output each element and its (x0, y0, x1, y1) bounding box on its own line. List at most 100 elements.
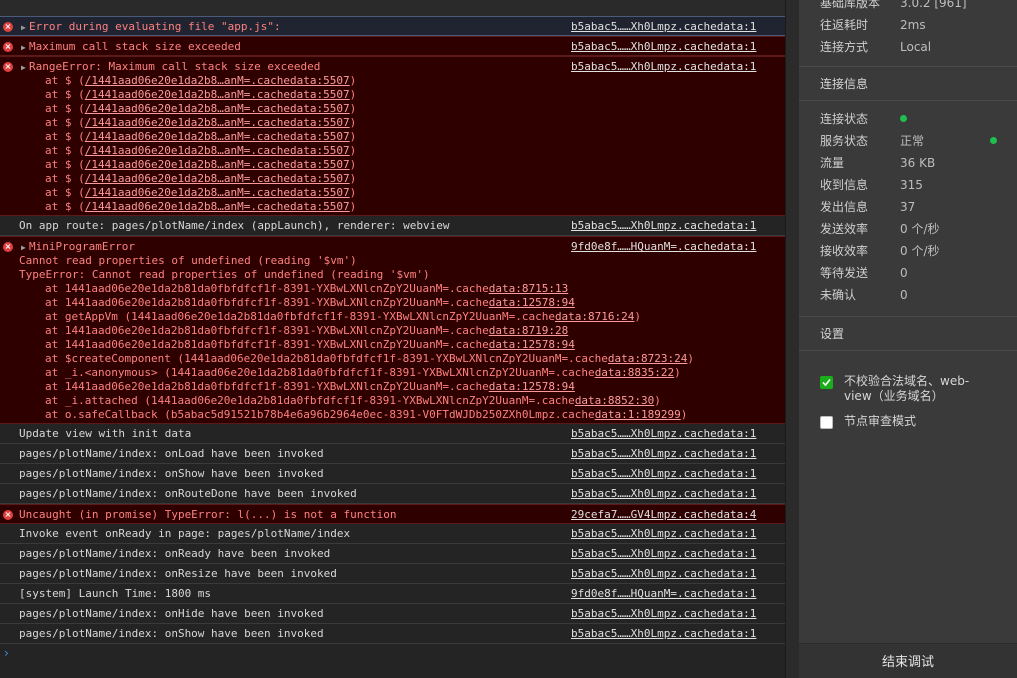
stack-frame-link[interactable]: data:12578:94 (489, 296, 575, 309)
source-link[interactable]: b5abac5……Xh0Lmpz.cachedata:1 (571, 40, 756, 54)
console-top-strip (0, 0, 785, 16)
log-row[interactable]: Update view with init data b5abac5……Xh0Lm… (0, 424, 785, 444)
source-link[interactable]: b5abac5……Xh0Lmpz.cachedata:1 (571, 607, 756, 621)
stack-frame-link[interactable]: /1441aad06e20e1da2b8…anM=.cachedata:5507 (85, 172, 350, 185)
stack-frame-link[interactable]: /1441aad06e20e1da2b8…anM=.cachedata:5507 (85, 130, 350, 143)
stack-frame-link[interactable]: /1441aad06e20e1da2b8…anM=.cachedata:5507 (85, 88, 350, 101)
stack-frame-link[interactable]: /1441aad06e20e1da2b8…anM=.cachedata:5507 (85, 158, 350, 171)
log-row[interactable]: × ▶ Error during evaluating file "app.js":… (0, 16, 785, 36)
source-link[interactable]: b5abac5……Xh0Lmpz.cachedata:1 (571, 547, 756, 561)
end-debug-button[interactable]: 结束调试 (799, 643, 1017, 678)
stack-frame-text: at $createComponent (1441aad06e20e1da2b8… (45, 352, 608, 365)
stack-frame-link[interactable]: data:8716:24 (555, 310, 634, 323)
log-message: pages/plotName/index: onLoad have been i… (19, 447, 324, 460)
log-row[interactable]: On app route: pages/plotName/index (appL… (0, 216, 785, 236)
stack-frame-text: at $ ( (45, 130, 85, 143)
expand-triangle-icon[interactable]: ▶ (21, 241, 26, 255)
stack-frame: at getAppVm (1441aad06e20e1da2b81da0fbfd… (45, 310, 641, 324)
log-row[interactable]: pages/plotName/index: onLoad have been i… (0, 444, 785, 464)
stack-frame-text: at 1441aad06e20e1da2b81da0fbfdfcf1f-8391… (45, 296, 489, 309)
connection-info-title: 连接信息 (820, 77, 869, 91)
stack-frame-link[interactable]: data:8835:22 (595, 366, 674, 379)
log-row[interactable]: pages/plotName/index: onShow have been i… (0, 464, 785, 484)
log-row[interactable]: pages/plotName/index: onReady have been … (0, 544, 785, 564)
log-message: pages/plotName/index: onRouteDone have b… (19, 487, 357, 500)
stack-frame-text: at 1441aad06e20e1da2b81da0fbfdfcf1f-8391… (45, 338, 489, 351)
log-row[interactable]: × Uncaught (in promise) TypeError: l(...)… (0, 504, 785, 524)
log-row[interactable]: Invoke event onReady in page: pages/plot… (0, 524, 785, 544)
info-item: 往返耗时 2ms (820, 17, 1010, 33)
log-row[interactable]: pages/plotName/index: onShow have been i… (0, 624, 785, 644)
stack-frame-link[interactable]: data:8852:30 (575, 394, 654, 407)
source-link[interactable]: b5abac5……Xh0Lmpz.cachedata:1 (571, 427, 756, 441)
info-key: 连接方式 (820, 40, 869, 54)
settings-checkbox[interactable] (820, 376, 833, 389)
log-message: MiniProgramError (29, 240, 135, 253)
status-key: 接收效率 (820, 244, 869, 258)
status-item: 流量 36 KB (820, 155, 1010, 171)
status-item: 收到信息 315 (820, 177, 1010, 193)
stack-frame-close: ) (349, 144, 357, 157)
source-link[interactable]: 29cefa7……GV4Lmpz.cachedata:4 (571, 508, 756, 522)
console-scrollbar[interactable] (785, 0, 799, 678)
expand-triangle-icon[interactable]: ▶ (21, 61, 26, 75)
expand-triangle-icon[interactable]: ▶ (21, 41, 26, 55)
source-link[interactable]: b5abac5……Xh0Lmpz.cachedata:1 (571, 447, 756, 461)
log-row[interactable]: [system] Launch Time: 1800 ms 9fd0e8f……HQ… (0, 584, 785, 604)
stack-frame: at $ (/1441aad06e20e1da2b8…anM=.cachedat… (45, 158, 356, 172)
console-prompt-icon[interactable]: › (4, 646, 9, 660)
log-row[interactable]: × ▶ RangeError: Maximum call stack size ex… (0, 56, 785, 216)
expand-triangle-icon[interactable]: ▶ (21, 21, 26, 35)
stack-frame: at $ (/1441aad06e20e1da2b8…anM=.cachedat… (45, 186, 356, 200)
log-row[interactable]: × ▶ Maximum call stack size exceeded b5abac… (0, 36, 785, 56)
source-link[interactable]: 9fd0e8f……HQuanM=.cachedata:1 (571, 587, 756, 601)
stack-frame-link[interactable]: data:8719:28 (489, 324, 568, 337)
source-link[interactable]: b5abac5……Xh0Lmpz.cachedata:1 (571, 567, 756, 581)
source-link[interactable]: b5abac5……Xh0Lmpz.cachedata:1 (571, 527, 756, 541)
stack-frame-link[interactable]: /1441aad06e20e1da2b8…anM=.cachedata:5507 (85, 144, 350, 157)
divider (799, 66, 1017, 67)
status-item: 服务状态 正常 (820, 133, 1010, 149)
log-row[interactable]: × ▶ MiniProgramError 9fd0e8f……HQuanM=.cache… (0, 236, 785, 424)
log-message: TypeError: Cannot read properties of und… (19, 268, 430, 281)
stack-frame-link[interactable]: /1441aad06e20e1da2b8…anM=.cachedata:5507 (85, 200, 350, 213)
stack-frame-link[interactable]: data:8723:24 (608, 352, 687, 365)
source-link[interactable]: b5abac5……Xh0Lmpz.cachedata:1 (571, 467, 756, 481)
source-link[interactable]: b5abac5……Xh0Lmpz.cachedata:1 (571, 219, 756, 233)
status-key: 等待发送 (820, 266, 869, 280)
log-row[interactable]: pages/plotName/index: onRouteDone have b… (0, 484, 785, 504)
stack-frame-link[interactable]: /1441aad06e20e1da2b8…anM=.cachedata:5507 (85, 116, 350, 129)
stack-frame-close: ) (349, 200, 357, 213)
source-link[interactable]: b5abac5……Xh0Lmpz.cachedata:1 (571, 60, 756, 74)
settings-checkbox-label[interactable]: 节点审查模式 (844, 414, 994, 429)
status-item: 连接状态 (820, 111, 1010, 127)
stack-frame: at _i.attached (1441aad06e20e1da2b81da0f… (45, 394, 661, 408)
source-link[interactable]: 9fd0e8f……HQuanM=.cachedata:1 (571, 240, 756, 254)
log-message: pages/plotName/index: onResize have been… (19, 567, 337, 580)
source-link[interactable]: b5abac5……Xh0Lmpz.cachedata:1 (571, 627, 756, 641)
stack-frame-link[interactable]: data:1:189299 (595, 408, 681, 421)
log-row[interactable]: pages/plotName/index: onHide have been i… (0, 604, 785, 624)
info-value: 2ms (900, 18, 926, 32)
error-icon: × (3, 42, 13, 52)
stack-frame-link[interactable]: /1441aad06e20e1da2b8…anM=.cachedata:5507 (85, 186, 350, 199)
info-key: 基础库版本 (820, 0, 881, 10)
settings-checkbox[interactable] (820, 416, 833, 429)
settings-checkbox-label[interactable]: 不校验合法域名、web-view（业务域名） (844, 374, 994, 404)
stack-frame-link[interactable]: data:8715:13 (489, 282, 568, 295)
stack-frame-link[interactable]: data:12578:94 (489, 380, 575, 393)
log-row[interactable]: pages/plotName/index: onResize have been… (0, 564, 785, 584)
divider (799, 350, 1017, 351)
status-value: 0 个/秒 (900, 222, 940, 236)
stack-frame-link[interactable]: /1441aad06e20e1da2b8…anM=.cachedata:5507 (85, 74, 350, 87)
stack-frame-close: ) (634, 310, 642, 323)
stack-frame-link[interactable]: data:12578:94 (489, 338, 575, 351)
source-link[interactable]: b5abac5……Xh0Lmpz.cachedata:1 (571, 20, 756, 34)
log-message: [system] Launch Time: 1800 ms (19, 587, 212, 600)
stack-frame: at 1441aad06e20e1da2b81da0fbfdfcf1f-8391… (45, 324, 568, 338)
info-item: 基础库版本 3.0.2 [961] (820, 0, 1010, 11)
source-link[interactable]: b5abac5……Xh0Lmpz.cachedata:1 (571, 487, 756, 501)
stack-frame: at $ (/1441aad06e20e1da2b8…anM=.cachedat… (45, 172, 356, 186)
stack-frame-text: at $ ( (45, 88, 85, 101)
stack-frame-link[interactable]: /1441aad06e20e1da2b8…anM=.cachedata:5507 (85, 102, 350, 115)
